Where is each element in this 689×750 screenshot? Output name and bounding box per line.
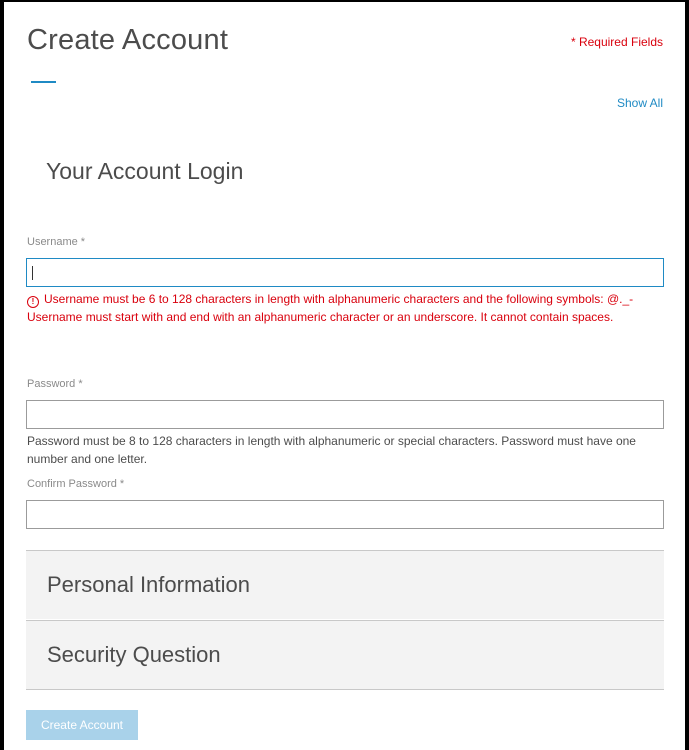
security-question-section[interactable]: Security Question: [26, 620, 664, 689]
text-caret: [32, 266, 33, 280]
username-label: Username *: [27, 236, 86, 248]
username-error-line: Username must start with and end with an…: [27, 310, 614, 324]
confirm-password-label: Confirm Password *: [27, 478, 125, 490]
security-question-label: Security Question: [47, 642, 221, 667]
username-error: ! Username must be 6 to 128 characters in…: [27, 290, 659, 326]
account-login-title: Your Account Login: [46, 158, 244, 184]
required-fields-note: * Required Fields: [570, 35, 663, 49]
personal-information-label: Personal Information: [47, 572, 250, 597]
show-all-link[interactable]: Show All: [617, 96, 663, 110]
username-error-line: ! Username must be 6 to 128 characters in…: [27, 290, 659, 308]
create-account-button[interactable]: Create Account: [26, 710, 138, 740]
username-input[interactable]: [26, 258, 664, 287]
page-title: Create Account: [27, 24, 229, 56]
alert-circle-icon: !: [27, 296, 39, 308]
username-error-text: Username must be 6 to 128 characters in …: [44, 292, 634, 306]
title-underline: [31, 81, 56, 83]
password-hint: Password must be 8 to 128 characters in …: [27, 434, 636, 466]
password-input[interactable]: [26, 400, 664, 429]
confirm-password-input[interactable]: [26, 500, 664, 529]
personal-information-section[interactable]: Personal Information: [26, 550, 664, 619]
section-divider: [26, 689, 664, 690]
password-label: Password *: [27, 378, 83, 390]
